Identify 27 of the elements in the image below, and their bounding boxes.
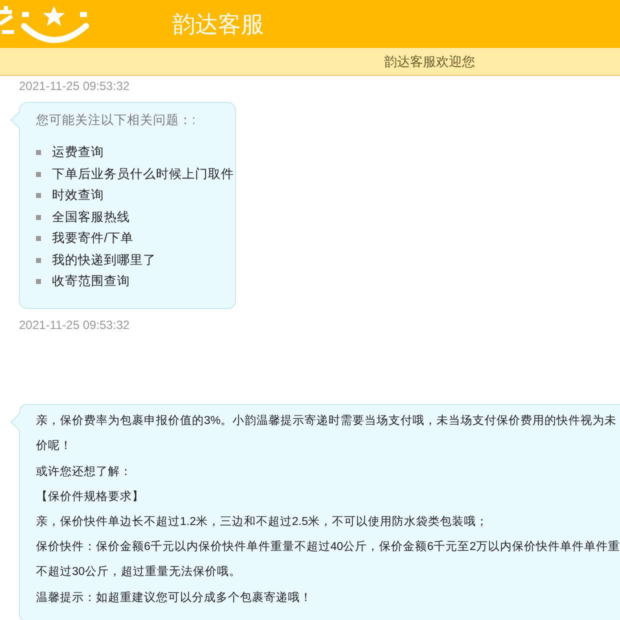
message-time: 2021-11-25 09:53:32 — [19, 317, 130, 334]
suggestion-link[interactable]: 时效查询 — [52, 186, 104, 205]
suggestion-link[interactable]: 收寄范围查询 — [52, 272, 130, 291]
message-line: 不超过30公斤，超过重量无法保价哦。 — [36, 564, 241, 580]
bullet-icon — [36, 279, 41, 284]
bullet-icon — [36, 214, 41, 220]
message-line: 【保价件规格要求】 — [36, 490, 144, 505]
bullet-icon — [36, 150, 41, 155]
message-line: 温馨提示：如超重建议您可以分成多个包裹寄递哦！ — [36, 590, 312, 606]
bullet-icon — [36, 236, 41, 241]
suggestion-link[interactable]: 我的快递到哪里了 — [52, 250, 156, 270]
suggestion-link[interactable]: 全国客服热线 — [52, 208, 130, 226]
bullet-icon — [36, 193, 41, 198]
message-line: 保价快件：保价金额6千元以内保价快件单件重量不超过40公斤，保价金额6千元至2万以内保价快件单件单件重 — [36, 540, 620, 556]
message-line: 亲，保价费率为包裹申报价值的3%。小韵温馨提示寄递时需要当场支付哦，未当场支付保价费用的快件视为未 — [36, 413, 617, 430]
suggestion-link[interactable]: 我要寄件/下单 — [52, 229, 134, 248]
bullet-icon — [36, 258, 41, 262]
welcome-text: 韵达客服欢迎您 — [384, 52, 475, 71]
message-time: 2021-11-25 09:53:32 — [19, 78, 130, 95]
bullet-icon — [36, 172, 41, 176]
message-line: 亲，保价快件单边长不超过1.2米，三边和不超过2.5米，不可以使用防水袋类包装哦； — [36, 514, 488, 530]
message-line: 价呢！ — [36, 438, 72, 454]
message-line: 或许您还想了解： — [36, 464, 132, 480]
suggestion-link[interactable]: 下单后业务员什么时候上门取件 — [52, 164, 234, 184]
bubble-heading: 您可能关注以下相关问题：: — [36, 112, 196, 129]
suggestion-link[interactable]: 运费查询 — [52, 143, 104, 162]
header-title: 韵达客服 — [172, 10, 264, 39]
